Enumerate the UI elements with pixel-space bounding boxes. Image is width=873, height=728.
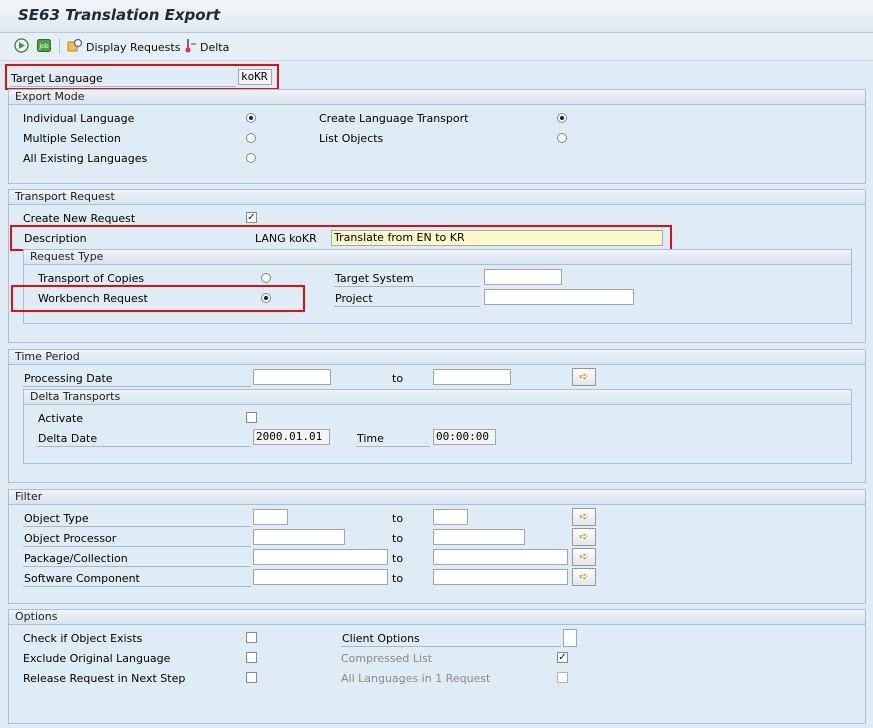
time-period-header: Time Period	[9, 350, 865, 365]
highlight-box-target-language	[5, 64, 279, 90]
display-requests-icon	[67, 38, 83, 56]
time-label: Time	[357, 432, 384, 445]
object-type-to-field[interactable]	[433, 509, 468, 525]
object-processor-from-field[interactable]	[253, 529, 345, 545]
export-mode-header: Export Mode	[9, 90, 865, 105]
activate-checkbox[interactable]	[246, 412, 257, 423]
window-title: SE63 Translation Export	[18, 6, 221, 24]
display-requests-label: Display Requests	[86, 40, 181, 54]
create-new-request-checkbox[interactable]: ✓	[246, 212, 257, 223]
object-processor-label: Object Processor	[24, 532, 117, 545]
label-underline	[341, 646, 561, 647]
exclude-original-language-checkbox[interactable]	[246, 652, 257, 663]
delta-date-field[interactable]: 2000.01.01	[253, 429, 330, 445]
software-component-to-field[interactable]	[433, 569, 568, 585]
label-underline	[334, 286, 480, 287]
individual-language-label: Individual Language	[23, 112, 135, 125]
client-options-label: Client Options	[342, 632, 420, 645]
filter-header: Filter	[9, 490, 865, 505]
project-label: Project	[335, 292, 373, 305]
delta-date-label: Delta Date	[38, 432, 98, 445]
object-type-from-field[interactable]	[253, 509, 288, 525]
delta-transports-group: Delta Transports	[23, 389, 852, 464]
options-header: Options	[9, 610, 865, 625]
multiple-selection-radio[interactable]	[246, 133, 256, 143]
object-type-to-label: to	[392, 512, 404, 525]
software-component-from-field[interactable]	[253, 569, 388, 585]
execute-icon[interactable]	[14, 38, 29, 56]
transport-of-copies-radio[interactable]	[261, 273, 271, 283]
delta-transports-header: Delta Transports	[24, 390, 851, 405]
label-underline	[23, 546, 251, 547]
label-underline	[334, 306, 480, 307]
label-underline	[23, 586, 251, 587]
all-existing-languages-label: All Existing Languages	[23, 152, 148, 165]
create-language-transport-radio[interactable]	[557, 113, 567, 123]
export-mode-group: Export Mode	[8, 89, 866, 184]
list-objects-label: List Objects	[319, 132, 384, 145]
transport-of-copies-label: Transport of Copies	[38, 272, 145, 285]
package-collection-label: Package/Collection	[24, 552, 128, 565]
label-underline	[23, 386, 251, 387]
processing-date-to-label: to	[392, 372, 404, 385]
request-type-header: Request Type	[24, 250, 851, 265]
background-job-icon[interactable]: Job	[37, 39, 51, 55]
highlight-box-description	[10, 225, 672, 251]
check-object-exists-checkbox[interactable]	[246, 632, 257, 643]
highlight-box-workbench-request	[11, 285, 305, 312]
object-processor-multiple-selection-button[interactable]: ➪	[572, 528, 596, 546]
transport-request-header: Transport Request	[9, 190, 865, 205]
delta-label: Delta	[200, 40, 230, 54]
delta-button[interactable]: Delta	[183, 38, 229, 56]
software-component-to-label: to	[392, 572, 404, 585]
svg-text:Job: Job	[38, 43, 48, 50]
release-request-checkbox[interactable]	[246, 672, 257, 683]
toolbar-separator	[59, 38, 60, 54]
package-collection-to-label: to	[392, 552, 404, 565]
individual-language-radio[interactable]	[246, 113, 256, 123]
options-group: Options	[8, 609, 866, 724]
label-underline	[356, 446, 430, 447]
project-field[interactable]	[484, 289, 634, 305]
display-requests-button[interactable]: Display Requests	[67, 38, 180, 56]
target-system-field[interactable]	[484, 269, 562, 285]
package-collection-from-field[interactable]	[253, 549, 388, 565]
all-existing-languages-radio[interactable]	[246, 153, 256, 163]
exclude-original-language-label: Exclude Original Language	[23, 652, 171, 665]
compressed-list-checkbox[interactable]: ✓	[557, 652, 568, 663]
time-field[interactable]: 00:00:00	[433, 429, 496, 445]
object-type-multiple-selection-button[interactable]: ➪	[572, 508, 596, 526]
object-type-label: Object Type	[24, 512, 89, 525]
create-language-transport-label: Create Language Transport	[319, 112, 469, 125]
target-system-label: Target System	[335, 272, 414, 285]
activate-label: Activate	[38, 412, 84, 425]
delta-icon	[183, 38, 197, 56]
client-options-field[interactable]	[563, 629, 577, 647]
check-object-exists-label: Check if Object Exists	[23, 632, 143, 645]
compressed-list-label: Compressed List	[341, 652, 433, 665]
package-collection-multiple-selection-button[interactable]: ➪	[572, 548, 596, 566]
all-languages-one-request-label: All Languages in 1 Request	[341, 672, 491, 685]
label-underline	[23, 566, 251, 567]
object-processor-to-label: to	[392, 532, 404, 545]
multiple-selection-button[interactable]: ➪	[572, 368, 596, 386]
label-underline	[37, 446, 251, 447]
package-collection-to-field[interactable]	[433, 549, 568, 565]
software-component-label: Software Component	[24, 572, 140, 585]
object-processor-to-field[interactable]	[433, 529, 525, 545]
processing-date-label: Processing Date	[24, 372, 113, 385]
label-underline	[23, 526, 251, 527]
release-request-label: Release Request in Next Step	[23, 672, 186, 685]
software-component-multiple-selection-button[interactable]: ➪	[572, 568, 596, 586]
processing-date-from-field[interactable]	[253, 369, 331, 385]
all-languages-one-request-checkbox	[557, 672, 568, 683]
list-objects-radio[interactable]	[557, 133, 567, 143]
processing-date-to-field[interactable]	[433, 369, 511, 385]
create-new-request-label: Create New Request	[23, 212, 136, 225]
multiple-selection-label: Multiple Selection	[23, 132, 121, 145]
